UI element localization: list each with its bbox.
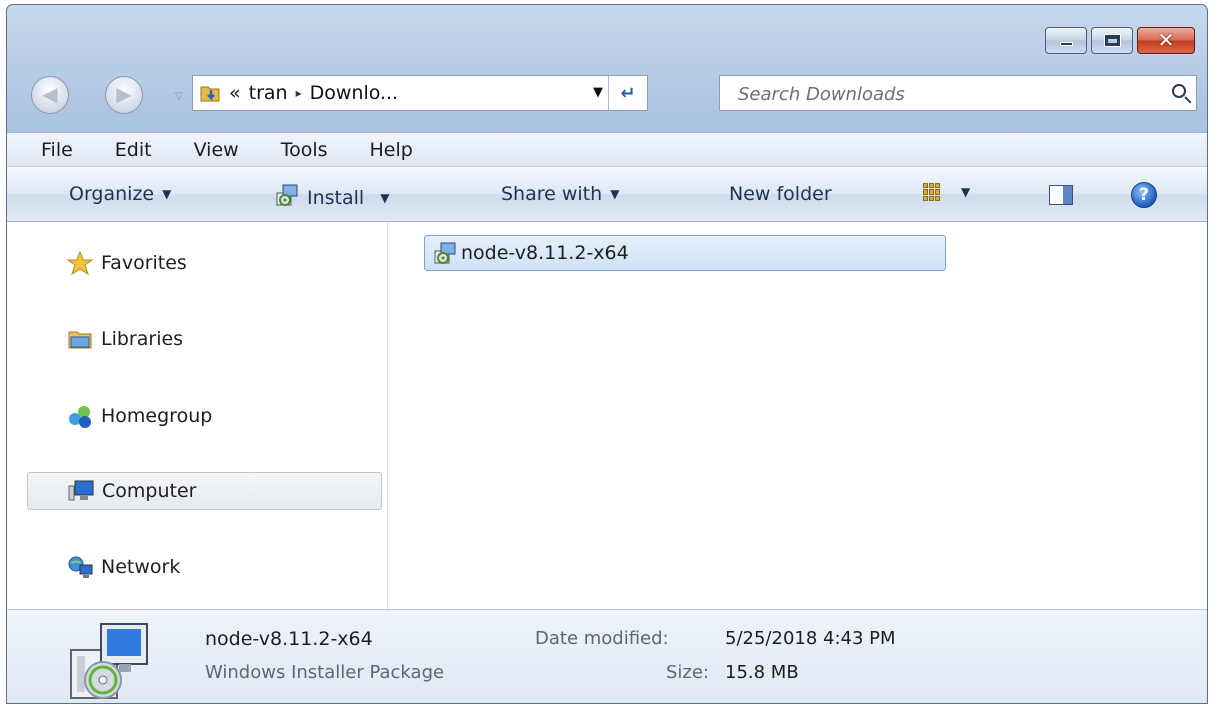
organize-button[interactable]: Organize ▼ [69, 183, 171, 205]
sidebar-item-label: Computer [102, 480, 197, 502]
maximize-icon [1105, 35, 1120, 46]
menu-tools[interactable]: Tools [260, 139, 349, 161]
close-button[interactable]: ✕ [1137, 27, 1195, 54]
search-input[interactable] [736, 80, 1140, 108]
library-icon [67, 326, 93, 352]
details-size-value: 15.8 MB [725, 662, 799, 683]
minimize-icon [1060, 42, 1073, 46]
breadcrumb-separator-icon[interactable]: ▸ [296, 86, 302, 100]
file-name: node-v8.11.2-x64 [461, 242, 629, 264]
folder-icon [199, 82, 221, 104]
menu-help[interactable]: Help [349, 139, 434, 161]
sidebar-item-network[interactable]: Network [27, 548, 382, 586]
sidebar-item-label: Libraries [101, 328, 184, 350]
sidebar-item-label: Homegroup [101, 405, 213, 427]
navigation-pane: Favorites Libraries Homegroup Computer N… [7, 222, 388, 609]
caption-buttons: ✕ [1045, 27, 1195, 54]
change-view-button[interactable]: ▼ [923, 183, 970, 201]
details-date-label: Date modified: [535, 628, 669, 649]
close-icon: ✕ [1157, 28, 1175, 52]
back-button[interactable]: ◀ [31, 76, 69, 114]
address-bar[interactable]: « tran ▸ Downlo... ▼ ↵ [192, 75, 648, 111]
network-icon [67, 554, 93, 580]
back-arrow-icon: ◀ [42, 82, 58, 106]
sidebar-item-favorites[interactable]: Favorites [27, 244, 382, 282]
details-pane: node-v8.11.2-x64 Windows Installer Packa… [7, 609, 1207, 703]
file-list: node-v8.11.2-x64 [388, 222, 1207, 609]
new-folder-button[interactable]: New folder [729, 183, 832, 205]
details-date-value: 5/25/2018 4:43 PM [725, 628, 896, 649]
details-file-name: node-v8.11.2-x64 [205, 628, 373, 650]
help-button[interactable]: ? [1131, 182, 1157, 208]
organize-label: Organize [69, 183, 155, 205]
address-dropdown-icon[interactable]: ▼ [593, 85, 603, 100]
homegroup-icon [67, 403, 93, 429]
explorer-window: ✕ ◀ ▶ ▽ « tran ▸ Downlo... ▼ ↵ File Edit… [6, 4, 1208, 704]
search-icon[interactable] [1172, 84, 1186, 98]
chevron-down-icon: ▼ [162, 187, 172, 201]
recent-pages-chevron-down-icon[interactable]: ▽ [175, 91, 183, 102]
install-label: Install [307, 186, 365, 209]
star-icon [66, 250, 94, 276]
sidebar-item-label: Favorites [101, 252, 187, 274]
msi-package-icon [275, 183, 299, 212]
forward-arrow-icon: ▶ [116, 82, 132, 106]
preview-pane-icon [1049, 185, 1073, 205]
menu-view[interactable]: View [173, 139, 260, 161]
sidebar-item-label: Network [101, 556, 181, 578]
chevron-down-icon: ▼ [610, 187, 620, 201]
sidebar-item-libraries[interactable]: Libraries [27, 320, 382, 358]
new-folder-label: New folder [729, 183, 832, 205]
details-file-type: Windows Installer Package [205, 662, 445, 683]
refresh-icon: ↵ [620, 82, 636, 104]
details-size-label: Size: [665, 662, 709, 683]
sidebar-item-computer[interactable]: Computer [27, 472, 382, 510]
chevron-down-icon: ▼ [380, 190, 390, 205]
install-button[interactable]: Install ▼ [275, 183, 389, 212]
msi-package-icon [67, 620, 151, 702]
msi-package-icon [433, 241, 457, 265]
share-with-button[interactable]: Share with ▼ [501, 183, 619, 205]
address-overflow-icon[interactable]: « [229, 82, 241, 104]
forward-button[interactable]: ▶ [105, 76, 143, 114]
search-box [719, 75, 1197, 111]
refresh-button[interactable]: ↵ [608, 76, 647, 110]
computer-icon [68, 478, 94, 504]
file-item[interactable]: node-v8.11.2-x64 [424, 235, 946, 271]
breadcrumb-tran[interactable]: tran [249, 82, 288, 104]
preview-pane-button[interactable] [1049, 185, 1073, 205]
menu-bar: File Edit View Tools Help [7, 132, 1207, 166]
minimize-button[interactable] [1045, 27, 1087, 54]
menu-file[interactable]: File [21, 139, 94, 161]
views-icon [923, 183, 941, 201]
menu-edit[interactable]: Edit [94, 139, 173, 161]
command-bar: Organize ▼ Install ▼ Share with ▼ New fo… [7, 166, 1207, 222]
chevron-down-icon: ▼ [961, 185, 971, 199]
breadcrumb-downloads[interactable]: Downlo... [310, 82, 399, 104]
help-icon: ? [1131, 182, 1157, 208]
sidebar-item-homegroup[interactable]: Homegroup [27, 397, 382, 435]
maximize-button[interactable] [1091, 27, 1133, 54]
share-with-label: Share with [501, 183, 603, 205]
